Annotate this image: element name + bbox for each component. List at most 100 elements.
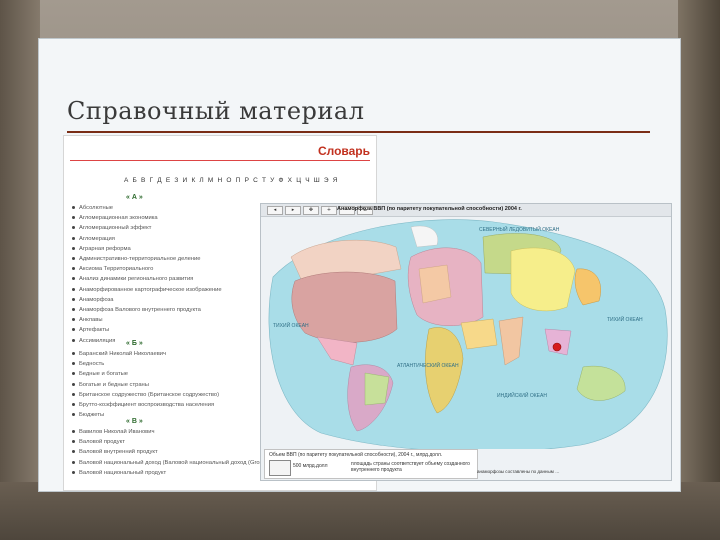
dictionary-term-label: Бюджеты	[79, 412, 105, 419]
section-title-a: « А »	[126, 194, 143, 201]
background-photo-right	[678, 0, 720, 540]
alphabet-index[interactable]: А Б В Г Д Е З И К Л М Н О П Р С Т У Ф Х …	[124, 177, 339, 184]
dictionary-term-label: Валовой национальный продукт	[79, 469, 167, 476]
dictionary-term-label: Анализ динамики регионального развития	[79, 276, 194, 283]
dictionary-term[interactable]: Анаморфоза Валового внутреннего продукта	[72, 307, 201, 313]
dictionary-term[interactable]: Валовой национальный продукт	[72, 470, 166, 476]
bullet-icon	[72, 328, 75, 332]
dictionary-term-label: Анаморфоза Валового внутреннего продукта	[79, 307, 201, 313]
dictionary-term-label: Аграрная реформа	[79, 245, 131, 252]
dictionary-term[interactable]: Административно-территориальное деление	[72, 256, 200, 262]
bullet-icon	[72, 236, 75, 240]
china	[510, 247, 576, 312]
dictionary-term-label: Вавилов Николай Иванович	[79, 429, 155, 435]
bullet-icon	[72, 413, 75, 417]
map-tool-button[interactable]: +	[321, 206, 337, 215]
legend-swatch	[269, 460, 291, 476]
bullet-icon	[72, 362, 75, 366]
dictionary-term-label: Брутто-коэффициент воспроизводства насел…	[79, 402, 215, 408]
dictionary-term[interactable]: Анализ динамики регионального развития	[72, 276, 193, 282]
dictionary-term-label: Артефакты	[79, 327, 110, 334]
bullet-icon	[72, 460, 75, 464]
bullet-icon	[72, 307, 75, 311]
dictionary-term-label: Аксиома Территориального	[79, 266, 154, 273]
bullet-icon	[72, 246, 75, 250]
map-credit: анаморфозы составлены по данным …	[477, 469, 560, 474]
dictionary-term-label: Валовой внутренний продукт	[79, 449, 158, 456]
bullet-icon	[72, 382, 75, 386]
map-legend: Объем ВВП (по паритету покупательной спо…	[264, 449, 478, 479]
dictionary-term[interactable]: Абсолютные	[72, 205, 113, 211]
dictionary-term[interactable]: Валовой продукт	[72, 439, 125, 445]
dictionary-term[interactable]: Бедность	[72, 361, 104, 367]
dictionary-term-label: Агломерация	[79, 235, 115, 242]
dictionary-term[interactable]: Бюджеты	[72, 412, 104, 418]
map-window[interactable]: ◂ ▸ ✥ + − ⌂ Анаморфоза ВВП (по паритету покуп…	[260, 203, 672, 481]
dictionary-term[interactable]: Аксиома Территориального	[72, 266, 153, 272]
bullet-icon	[72, 216, 75, 220]
ocean-label-indian: ИНДИЙСКИЙ ОКЕАН	[497, 391, 547, 399]
middle-east	[460, 318, 498, 350]
europe-west	[418, 264, 452, 304]
dictionary-term[interactable]: Анаморфированное картографическое изобра…	[72, 287, 222, 293]
dictionary-term-label: Административно-территориальное деление	[79, 256, 201, 262]
dictionary-term[interactable]: Вавилов Николай Иванович	[72, 429, 155, 435]
dictionary-term[interactable]: Агломерация	[72, 236, 115, 242]
dictionary-header: Словарь	[317, 144, 370, 158]
bullet-icon	[72, 297, 75, 301]
dictionary-term[interactable]: Валовой внутренний продукт	[72, 449, 158, 455]
dictionary-term-label: Бедность	[79, 361, 105, 368]
dictionary-term-label: Британское содружество (Британское содру…	[79, 391, 220, 398]
slide-panel: Справочный материал Словарь А Б В Г Д Е …	[38, 38, 681, 492]
dictionary-term[interactable]: Ассимиляция	[72, 338, 115, 344]
section-title-b: « Б »	[126, 340, 143, 347]
dictionary-term[interactable]: Аграрная реформа	[72, 246, 131, 252]
anamorphosis-map[interactable]: СЕВЕРНЫЙ ЛЕДОВИТЫЙ ОКЕАН ТИХИЙ ОКЕАН АТЛ…	[261, 217, 671, 449]
dictionary-term[interactable]: Анаморфоза	[72, 297, 114, 303]
brazil	[364, 372, 390, 406]
map-tool-button[interactable]: ✥	[303, 206, 319, 215]
ocean-label-north: СЕВЕРНЫЙ ЛЕДОВИТЫЙ ОКЕАН	[479, 225, 560, 233]
bullet-icon	[72, 277, 75, 281]
map-tool-button[interactable]: ▸	[285, 206, 301, 215]
legend-title: Объем ВВП (по паритету покупательной спо…	[269, 452, 443, 458]
highlight-marker	[552, 342, 562, 352]
dictionary-term[interactable]: Баранский Николай Николаевич	[72, 351, 166, 357]
legend-note: площадь страны соответствует объему созд…	[351, 461, 470, 473]
bullet-icon	[72, 372, 75, 376]
title-underline	[67, 131, 650, 133]
ocean-label-pacific-west: ТИХИЙ ОКЕАН	[273, 321, 309, 329]
dictionary-term-label: Анаморфированное картографическое изобра…	[79, 286, 222, 293]
dictionary-term-label: Ассимиляция	[79, 337, 116, 344]
bullet-icon	[72, 450, 75, 454]
ocean-label-atlantic: АТЛАНТИЧЕСКИЙ ОКЕАН	[397, 361, 459, 369]
dictionary-divider	[70, 160, 370, 161]
section-title-v: « В »	[126, 418, 143, 425]
dictionary-term[interactable]: Бедные и богатые	[72, 371, 128, 377]
dictionary-term-label: Богатые и бедные страны	[79, 381, 149, 388]
dictionary-term-label: Агломерационный эффект	[79, 225, 152, 232]
map-caption: Анаморфоза ВВП (по паритету покупательно…	[337, 206, 522, 212]
dictionary-term[interactable]: Британское содружество (Британское содру…	[72, 392, 219, 398]
dictionary-term-label: Агломерационная экономика	[79, 215, 158, 222]
dictionary-term[interactable]: Агломерационная экономика	[72, 215, 158, 221]
usa	[291, 271, 398, 343]
bullet-icon	[72, 318, 75, 322]
dictionary-term[interactable]: Анклавы	[72, 317, 103, 323]
dictionary-term[interactable]: Богатые и бедные страны	[72, 382, 149, 388]
dictionary-term[interactable]: Артефакты	[72, 327, 109, 333]
dictionary-term-label: Анаморфоза	[79, 296, 114, 303]
dictionary-term[interactable]: Брутто-коэффициент воспроизводства насел…	[72, 402, 214, 408]
bullet-icon	[72, 338, 75, 342]
legend-value: 500 млрд.долл	[293, 463, 328, 469]
dictionary-term-label: Абсолютные	[79, 205, 114, 211]
bullet-icon	[72, 351, 75, 355]
bullet-icon	[72, 429, 75, 433]
dictionary-term-label: Анклавы	[79, 317, 103, 324]
bullet-icon	[72, 256, 75, 260]
background-photo-left	[0, 0, 40, 540]
bullet-icon	[72, 287, 75, 291]
map-tool-button[interactable]: ◂	[267, 206, 283, 215]
dictionary-term[interactable]: Агломерационный эффект	[72, 225, 151, 231]
bullet-icon	[72, 402, 75, 406]
